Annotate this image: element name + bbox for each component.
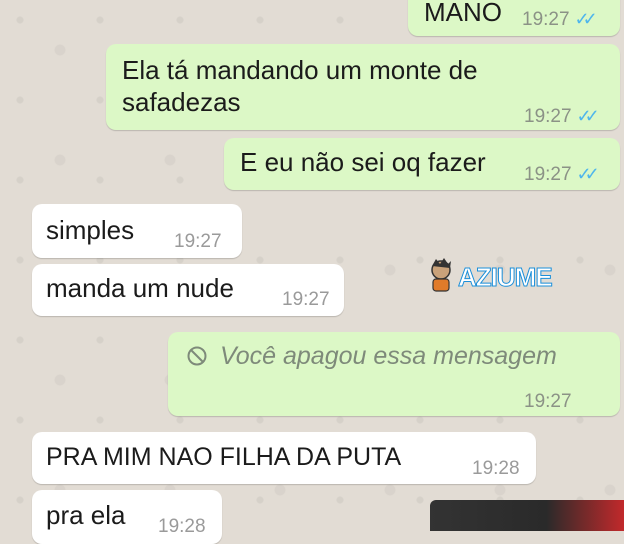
message-bubble-outgoing[interactable]: E eu não sei oq fazer 19:27 ✓✓ (224, 138, 620, 190)
aziume-watermark-logo: AZIUME (424, 256, 574, 300)
message-text: pra ela (46, 500, 126, 530)
message-text-line-1: Ela tá mandando um monte de (122, 55, 478, 85)
message-bubble-incoming[interactable]: manda um nude 19:27 (32, 264, 344, 316)
message-text: manda um nude (46, 273, 234, 303)
message-text-line-2: safadezas (122, 87, 241, 117)
message-time: 19:27 (524, 391, 572, 412)
message-bubble-outgoing-deleted[interactable]: Você apagou essa mensagem 19:27 (168, 332, 620, 416)
message-bubble-outgoing[interactable]: Ela tá mandando um monte de safadezas 19… (106, 44, 620, 130)
message-bubble-outgoing[interactable]: MANO 19:27 ✓✓ (408, 0, 620, 36)
message-time: 19:27 (522, 9, 570, 30)
message-time: 19:28 (158, 516, 206, 537)
read-ticks-icon: ✓✓ (576, 106, 600, 126)
message-bubble-incoming[interactable]: simples 19:27 (32, 204, 242, 258)
mascot-icon (431, 258, 451, 292)
watermark-text: AZIUME (458, 262, 554, 293)
message-meta: 19:27 ✓✓ (522, 3, 598, 36)
message-text: MANO (424, 0, 502, 27)
message-time: 19:27 (174, 231, 222, 252)
read-ticks-icon: ✓✓ (576, 164, 600, 184)
message-time: 19:27 (282, 289, 330, 310)
deleted-message-text: Você apagou essa mensagem (220, 342, 557, 370)
message-bubble-incoming[interactable]: pra ela 19:28 (32, 490, 222, 544)
deleted-message-icon (187, 346, 207, 366)
corner-sticker-graphic (430, 500, 624, 531)
message-meta: 19:27 ✓✓ (524, 158, 600, 191)
message-meta: 19:27 ✓✓ (524, 100, 600, 133)
message-text: E eu não sei oq fazer (240, 147, 486, 177)
read-ticks-icon: ✓✓ (574, 9, 598, 29)
message-time: 19:27 (524, 106, 572, 127)
message-bubble-incoming[interactable]: PRA MIM NAO FILHA DA PUTA 19:28 (32, 432, 536, 484)
message-text: PRA MIM NAO FILHA DA PUTA (46, 443, 402, 471)
message-text: simples (46, 215, 135, 245)
message-time: 19:27 (524, 164, 572, 185)
message-time: 19:28 (472, 458, 520, 479)
